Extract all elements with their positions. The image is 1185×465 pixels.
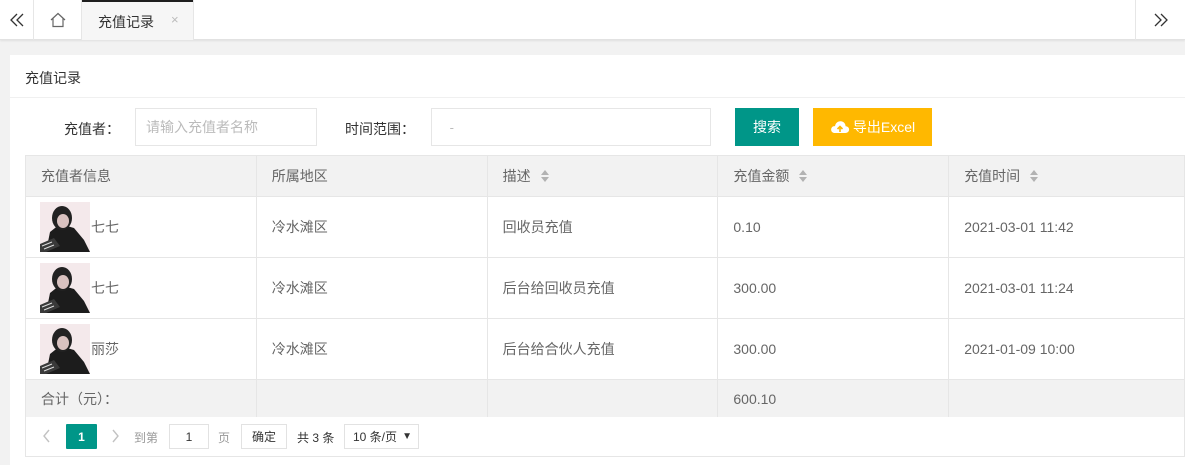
tab-scroll-right-button[interactable] (1135, 0, 1185, 40)
description-cell: 后台给合伙人充值 (487, 319, 719, 380)
column-header-region: 所属地区 (256, 156, 488, 197)
avatar (40, 324, 90, 374)
pagination: 1 到第 页 确定 共 3 条 10 条/页 ▼ (25, 417, 1185, 457)
table-row: 七七 冷水滩区 回收员充值 0.10 2021-03-01 11:42 (26, 197, 1185, 258)
cloud-upload-icon (831, 121, 849, 133)
export-excel-button[interactable]: 导出Excel (813, 108, 932, 146)
home-icon (50, 12, 65, 28)
total-label: 合计（元）： (26, 380, 257, 419)
table-row: 七七 冷水滩区 后台给回收员充值 300.00 2021-03-01 11:24 (26, 258, 1185, 319)
region-cell: 冷水滩区 (256, 258, 488, 319)
tab-scroll-left-button[interactable] (0, 0, 34, 40)
sort-icon[interactable] (1030, 170, 1039, 182)
description-cell: 回收员充值 (487, 197, 719, 258)
description-cell: 后台给回收员充值 (487, 258, 719, 319)
table-header-row: 充值者信息 所属地区 描述 充值金额 充值时间 (26, 156, 1185, 197)
amount-cell: 300.00 (718, 258, 950, 319)
page-size-value: 10 条/页 (353, 430, 398, 444)
page-title: 充值记录 (25, 70, 81, 86)
recharger-cell: 七七 (26, 258, 257, 319)
recharger-name: 七七 (91, 280, 119, 296)
column-header-description[interactable]: 描述 (487, 156, 719, 197)
recharger-search-input[interactable] (135, 108, 317, 146)
tab-home[interactable] (34, 0, 82, 40)
double-chevron-left-icon (9, 13, 23, 27)
content-card: 充值记录 充值者： 时间范围： 搜索 导出Excel 充值者信息 所属地区 描述… (10, 55, 1185, 465)
goto-confirm-button[interactable]: 确定 (241, 424, 287, 449)
amount-cell: 0.10 (718, 197, 950, 258)
close-icon[interactable]: × (171, 12, 179, 27)
total-count: 共 3 条 (297, 431, 335, 445)
column-header-recharger: 充值者信息 (26, 156, 257, 197)
total-amount: 600.10 (718, 380, 950, 419)
total-empty-cell (256, 380, 488, 419)
page-unit-label: 页 (218, 431, 231, 445)
recharger-cell: 丽莎 (26, 319, 257, 380)
sort-icon[interactable] (799, 170, 808, 182)
total-empty-cell (949, 380, 1185, 419)
time-cell: 2021-01-09 10:00 (949, 319, 1185, 380)
tab-recharge-records[interactable]: 充值记录 × (82, 0, 194, 40)
table-row: 丽莎 冷水滩区 后台给合伙人充值 300.00 2021-01-09 10:00 (26, 319, 1185, 380)
time-cell: 2021-03-01 11:24 (949, 258, 1185, 319)
search-button[interactable]: 搜索 (735, 108, 799, 146)
column-header-amount[interactable]: 充值金额 (718, 156, 950, 197)
table-total-row: 合计（元）： 600.10 (26, 380, 1185, 419)
card-header: 充值记录 (10, 55, 1185, 98)
time-cell: 2021-03-01 11:42 (949, 197, 1185, 258)
page-size-select[interactable]: 10 条/页 ▼ (344, 424, 419, 449)
goto-page-input[interactable] (169, 424, 209, 449)
avatar (40, 263, 90, 313)
total-empty-cell (487, 380, 719, 419)
active-tab-indicator (82, 0, 193, 2)
chevron-right-icon[interactable] (108, 427, 122, 445)
export-button-label: 导出Excel (852, 119, 916, 135)
sort-icon[interactable] (540, 170, 549, 182)
column-header-time[interactable]: 充值时间 (949, 156, 1185, 197)
recharger-label: 充值者： (64, 121, 120, 137)
current-page[interactable]: 1 (66, 424, 97, 449)
time-range-input[interactable] (431, 108, 711, 146)
goto-label: 到第 (134, 431, 159, 445)
recharger-name: 丽莎 (91, 341, 119, 357)
time-range-label: 时间范围： (345, 121, 415, 137)
tab-label: 充值记录 (98, 14, 154, 30)
recharger-cell: 七七 (26, 197, 257, 258)
tab-bar: 充值记录 × (0, 0, 1185, 40)
recharge-table: 充值者信息 所属地区 描述 充值金额 充值时间 七七 冷水滩区 回收员充值 0.… (25, 155, 1185, 419)
region-cell: 冷水滩区 (256, 197, 488, 258)
region-cell: 冷水滩区 (256, 319, 488, 380)
amount-cell: 300.00 (718, 319, 950, 380)
caret-down-icon: ▼ (402, 431, 412, 442)
double-chevron-right-icon (1154, 13, 1168, 27)
chevron-left-icon[interactable] (40, 427, 54, 445)
recharger-name: 七七 (91, 219, 119, 235)
avatar (40, 202, 90, 252)
